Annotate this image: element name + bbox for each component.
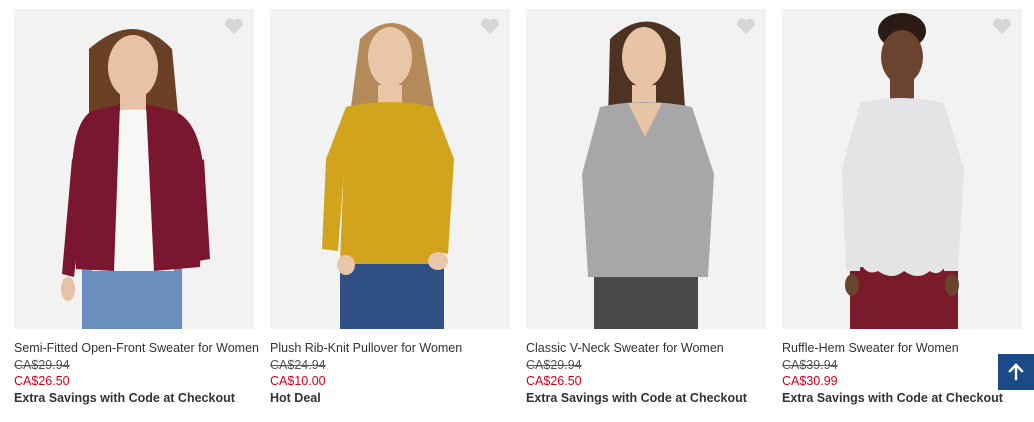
original-price: CA$24.94 [270, 357, 326, 372]
heart-icon[interactable] [992, 17, 1012, 35]
sale-price: CA$26.50 [526, 374, 582, 388]
product-name[interactable]: Plush Rib-Knit Pullover for Women [270, 340, 510, 357]
original-price: CA$39.94 [782, 357, 838, 372]
product-image[interactable] [14, 9, 254, 329]
product-name[interactable]: Ruffle-Hem Sweater for Women [782, 340, 1022, 357]
product-info: Semi-Fitted Open-Front Sweater for Women… [14, 329, 259, 406]
product-name[interactable]: Classic V-Neck Sweater for Women [526, 340, 766, 357]
promo-label: Extra Savings with Code at Checkout [782, 390, 1003, 405]
model-illustration [270, 9, 510, 329]
sale-price: CA$10.00 [270, 374, 326, 388]
product-card[interactable]: Ruffle-Hem Sweater for Women CA$39.94 CA… [782, 9, 1022, 406]
promo-label: Hot Deal [270, 390, 321, 405]
product-name[interactable]: Semi-Fitted Open-Front Sweater for Women [14, 340, 259, 357]
original-price: CA$29.94 [14, 357, 70, 372]
product-info: Classic V-Neck Sweater for Women CA$29.9… [526, 329, 766, 406]
arrow-up-icon [998, 363, 1034, 381]
original-price: CA$29.94 [526, 357, 582, 372]
product-grid: Semi-Fitted Open-Front Sweater for Women… [14, 9, 1022, 406]
heart-icon[interactable] [480, 17, 500, 35]
promo-label: Extra Savings with Code at Checkout [14, 390, 235, 405]
product-card[interactable]: Classic V-Neck Sweater for Women CA$29.9… [526, 9, 766, 406]
product-info: Plush Rib-Knit Pullover for Women CA$24.… [270, 329, 510, 406]
back-to-top-button[interactable] [998, 354, 1034, 390]
product-image[interactable] [270, 9, 510, 329]
product-card[interactable]: Plush Rib-Knit Pullover for Women CA$24.… [270, 9, 510, 406]
model-illustration [526, 9, 766, 329]
model-illustration [782, 9, 1022, 329]
sale-price: CA$26.50 [14, 374, 70, 388]
heart-icon[interactable] [736, 17, 756, 35]
product-image[interactable] [526, 9, 766, 329]
promo-label: Extra Savings with Code at Checkout [526, 390, 747, 405]
product-info: Ruffle-Hem Sweater for Women CA$39.94 CA… [782, 329, 1022, 406]
product-image[interactable] [782, 9, 1022, 329]
model-illustration [14, 9, 254, 329]
sale-price: CA$30.99 [782, 374, 838, 388]
product-card[interactable]: Semi-Fitted Open-Front Sweater for Women… [14, 9, 259, 406]
heart-icon[interactable] [224, 17, 244, 35]
